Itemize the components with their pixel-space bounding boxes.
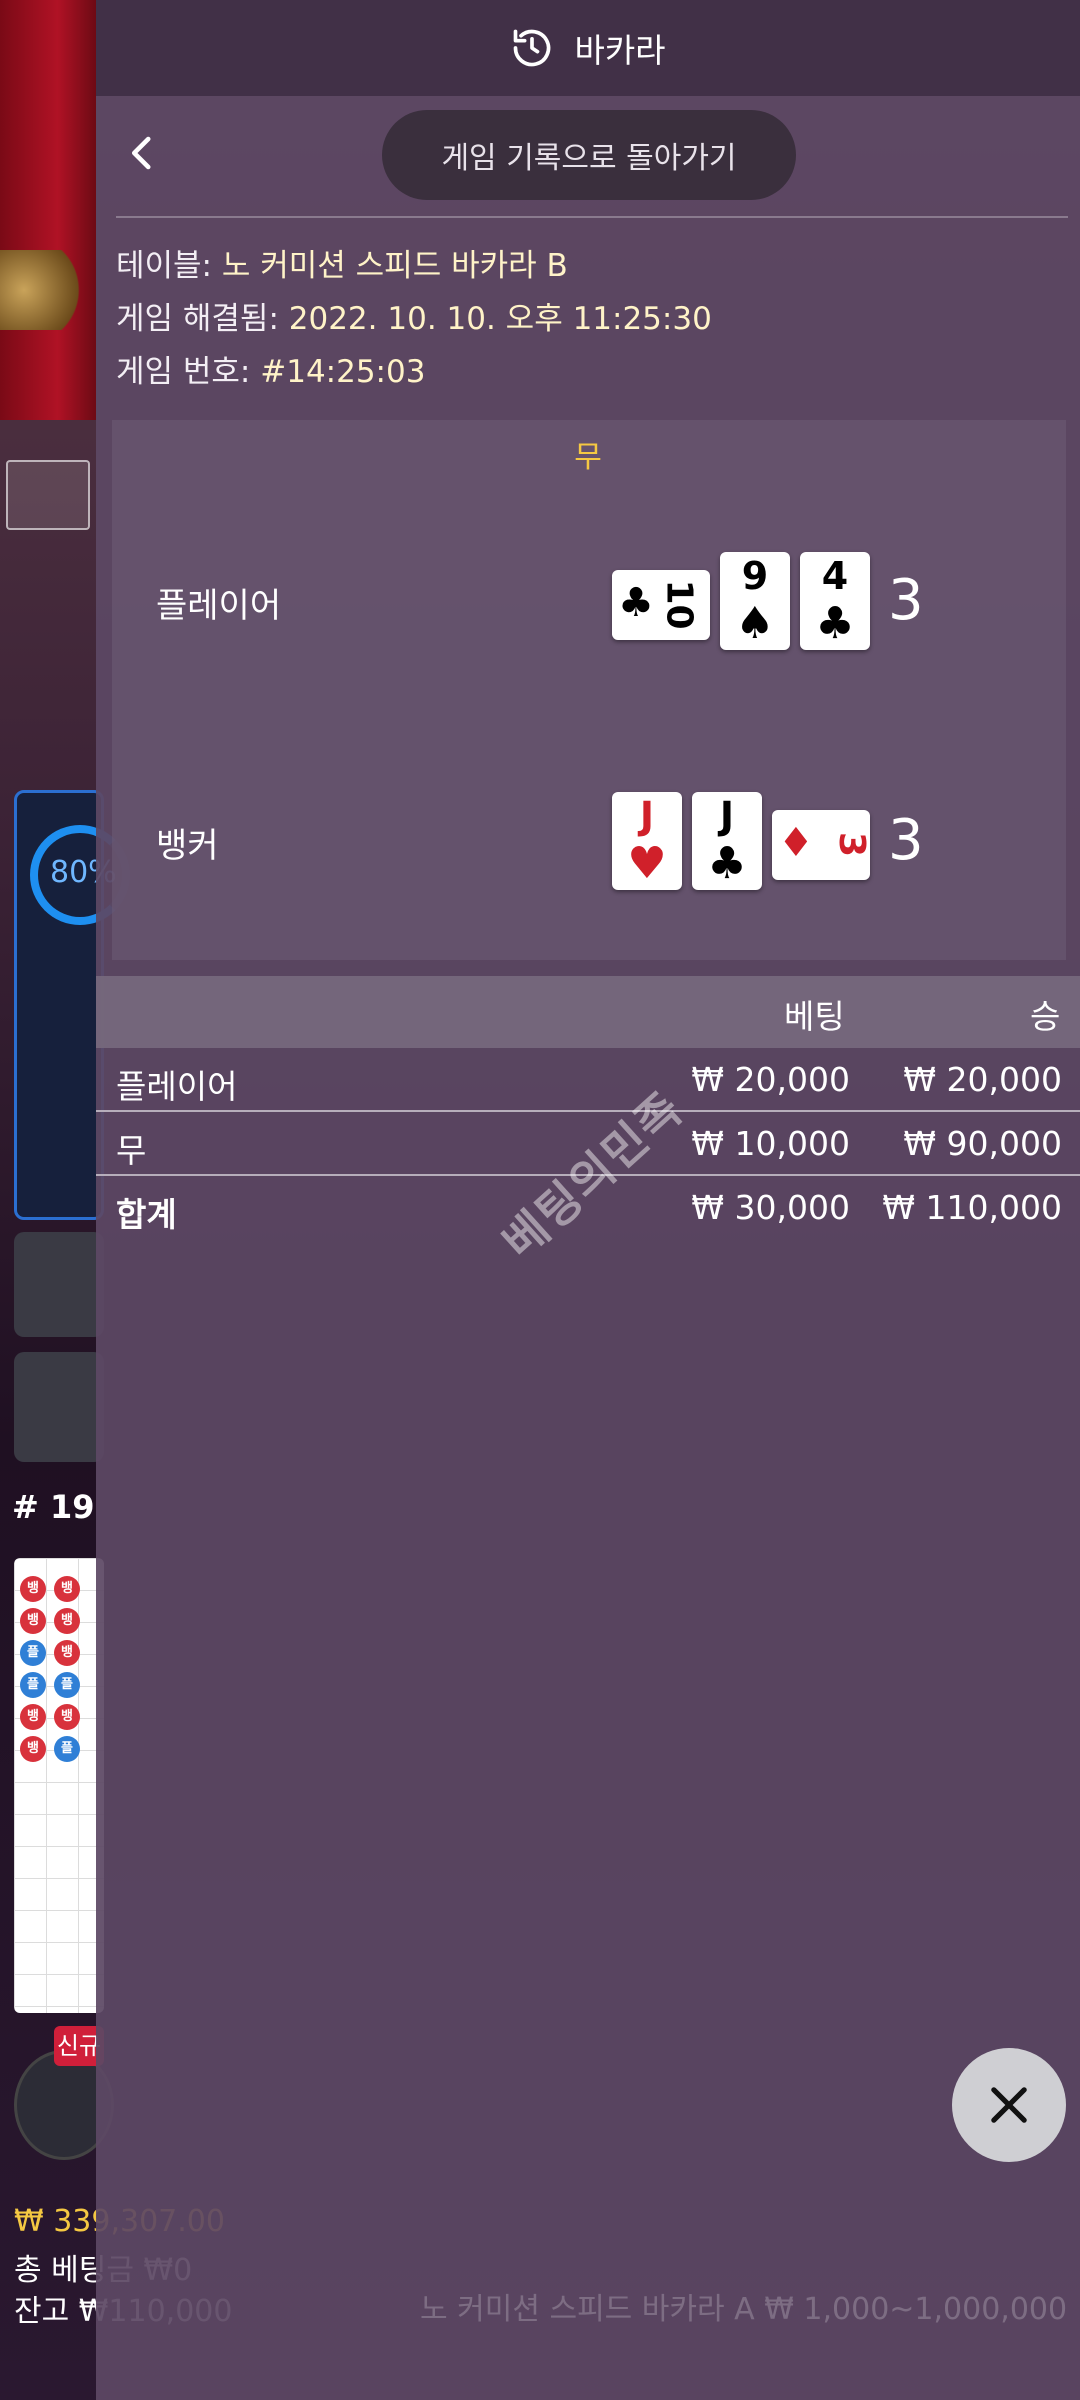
- history-icon: [514, 29, 551, 67]
- road-dot-player: 플: [20, 1640, 46, 1666]
- road-dot-banker: 뱅: [54, 1608, 80, 1634]
- road-dot-banker: 뱅: [20, 1608, 46, 1634]
- win-column-header: 승: [1030, 997, 1061, 1036]
- side-bet-button[interactable]: [14, 1232, 104, 1337]
- banker-card: J ♥: [612, 792, 682, 890]
- bet-amount: ₩ 20,000: [691, 1060, 850, 1099]
- win-amount: ₩ 20,000: [903, 1060, 1062, 1099]
- banker-card: J ♣: [692, 792, 762, 890]
- road-dot-player: 플: [54, 1672, 80, 1698]
- win-amount: ₩ 90,000: [903, 1124, 1062, 1163]
- close-icon: [991, 2087, 1027, 2123]
- chevron-left-icon[interactable]: [122, 132, 164, 174]
- table-info: 테이블: 노 커미션 스피드 바카라 B: [116, 240, 568, 285]
- total-win-amount: ₩ 110,000: [882, 1188, 1062, 1227]
- road-dot-player: 플: [54, 1736, 80, 1762]
- card-rank: 10: [658, 579, 700, 630]
- road-dot-banker: 뱅: [20, 1736, 46, 1762]
- player-card: 4 ♣: [800, 552, 870, 650]
- road-dot-banker: 뱅: [54, 1576, 80, 1602]
- game-number-label: 게임 번호:: [116, 354, 251, 390]
- road-dot-banker: 뱅: [20, 1576, 46, 1602]
- card-rank: 3: [830, 831, 872, 858]
- total-row-label: 합계: [116, 1195, 177, 1234]
- total-bet-amount: ₩ 30,000: [691, 1188, 850, 1227]
- row-divider: [96, 1110, 1080, 1112]
- bet-column-header: 베팅: [784, 997, 845, 1036]
- side-bet-button[interactable]: [14, 1352, 104, 1462]
- game-number-info: 게임 번호: #14:25:03: [116, 346, 425, 391]
- resolved-info: 게임 해결됨: 2022. 10. 10. 오후 11:25:30: [116, 293, 712, 338]
- card-suit: ♣: [618, 580, 654, 626]
- player-card: 9 ♠: [720, 552, 790, 650]
- table-limits-text: 노 커미션 스피드 바카라 A ₩ 1,000~1,000,000: [420, 2292, 1068, 2327]
- road-dot-banker: 뱅: [54, 1704, 80, 1730]
- panel-title: 바카라: [574, 31, 666, 70]
- close-button[interactable]: [952, 2048, 1066, 2162]
- panel-header: 바카라: [96, 0, 1080, 96]
- card-rank: 4: [821, 554, 849, 598]
- resolved-value: 2022. 10. 10. 오후 11:25:30: [288, 301, 712, 337]
- bet-row-label: 무: [116, 1131, 147, 1170]
- player-score: 3: [888, 568, 924, 633]
- table-value: 노 커미션 스피드 바카라 B: [221, 248, 568, 284]
- card-suit: ♣: [815, 598, 855, 649]
- table-curtain: [0, 0, 96, 420]
- bets-table-header: [96, 976, 1080, 1048]
- card-suit: ♥: [627, 838, 667, 889]
- card-suit: ♠: [735, 598, 775, 649]
- banker-score: 3: [888, 808, 924, 873]
- divider: [116, 216, 1068, 218]
- card-suit: ♦: [778, 820, 814, 866]
- resolved-label: 게임 해결됨:: [116, 301, 279, 337]
- bet-row-label: 플레이어: [116, 1067, 238, 1106]
- result-outcome: 무: [574, 440, 602, 475]
- road-dot-banker: 뱅: [54, 1640, 80, 1666]
- bead-road: 뱅 뱅 뱅 뱅 플 뱅 플 플 뱅 뱅 뱅 플: [14, 1558, 104, 2013]
- table-ornament: [0, 250, 90, 330]
- back-to-history-button[interactable]: 게임 기록으로 돌아가기: [382, 110, 796, 200]
- result-box: [112, 420, 1066, 960]
- game-number-value: #14:25:03: [260, 354, 426, 390]
- table-label: 테이블:: [116, 248, 213, 284]
- card-rank: 9: [741, 554, 769, 598]
- player-label: 플레이어: [156, 586, 282, 626]
- card-rank: J: [639, 794, 655, 838]
- banker-label: 뱅커: [156, 826, 219, 866]
- road-dot-player: 플: [20, 1672, 46, 1698]
- card-suit: ♣: [707, 838, 747, 889]
- player-card: 10 ♣: [612, 570, 710, 640]
- banker-card: 3 ♦: [772, 810, 872, 880]
- road-dot-banker: 뱅: [20, 1704, 46, 1730]
- card-rank: J: [719, 794, 735, 838]
- round-number: # 19: [12, 1488, 95, 1526]
